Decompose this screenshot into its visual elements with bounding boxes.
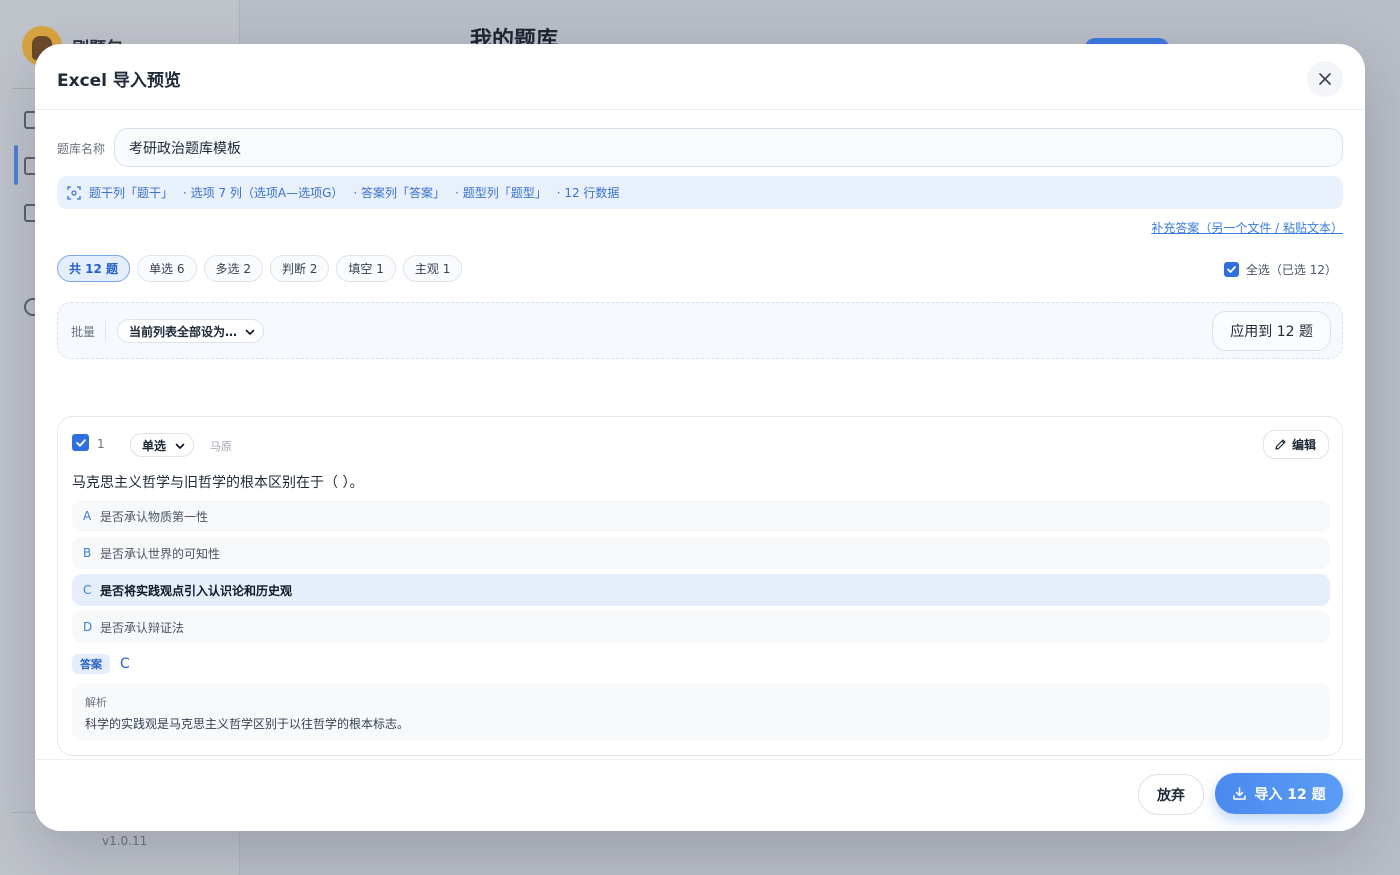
discard-button[interactable]: 放弃 bbox=[1138, 774, 1204, 815]
batch-separator bbox=[105, 321, 106, 341]
option-c-correct[interactable]: C 是否将实践观点引入认识论和历史观 bbox=[72, 574, 1330, 606]
option-text: 是否将实践观点引入认识论和历史观 bbox=[100, 583, 293, 598]
question-type-select[interactable]: 单选 bbox=[130, 433, 195, 457]
excel-import-preview-modal: Excel 导入预览 题库名称 题干列「题干」 · 选项 7 列（选项A—选项G… bbox=[35, 44, 1365, 831]
info-question-column: 题干列「题干」 bbox=[89, 186, 174, 200]
filter-chip-subjective[interactable]: 主观 1 bbox=[402, 255, 463, 282]
type-filter-chips: 共 12 题 单选 6 多选 2 判断 2 填空 1 主观 1 bbox=[57, 255, 463, 282]
option-letter: D bbox=[83, 620, 93, 634]
option-text: 是否承认辩证法 bbox=[100, 620, 185, 635]
import-button[interactable]: 导入 12 题 bbox=[1215, 773, 1343, 814]
bank-name-input[interactable] bbox=[114, 128, 1343, 167]
check-icon bbox=[1227, 266, 1236, 273]
answer-badge: 答案 bbox=[72, 654, 110, 674]
edit-label: 编辑 bbox=[1291, 438, 1316, 452]
check-icon bbox=[75, 438, 86, 447]
info-row-count: · 12 行数据 bbox=[556, 186, 620, 200]
question-number: 1 bbox=[97, 437, 105, 451]
option-text: 是否承认物质第一性 bbox=[100, 509, 209, 524]
option-letter: B bbox=[83, 546, 92, 560]
filter-chip-fill[interactable]: 填空 1 bbox=[336, 255, 396, 282]
download-icon bbox=[1233, 787, 1247, 800]
answer-value: C bbox=[120, 656, 130, 672]
explanation-box: 解析 科学的实践观是马克思主义哲学区别于以往哲学的根本标志。 bbox=[72, 683, 1330, 741]
explanation-text: 科学的实践观是马克思主义哲学区别于以往哲学的根本标志。 bbox=[85, 717, 410, 731]
modal-header: Excel 导入预览 bbox=[35, 44, 1365, 110]
pencil-icon bbox=[1275, 439, 1286, 450]
batch-select-value: 当前列表全部设为… bbox=[129, 324, 238, 339]
batch-label: 批量 bbox=[71, 325, 96, 339]
bank-name-row: 题库名称 bbox=[57, 128, 1343, 168]
question-type-value: 单选 bbox=[142, 438, 167, 453]
option-d[interactable]: D 是否承认辩证法 bbox=[72, 611, 1330, 643]
option-text: 是否承认世界的可知性 bbox=[100, 546, 221, 561]
option-letter: C bbox=[83, 583, 92, 597]
modal-body: 题库名称 题干列「题干」 · 选项 7 列（选项A—选项G） · 答案列「答案」… bbox=[35, 111, 1365, 759]
column-mapping-info: 题干列「题干」 · 选项 7 列（选项A—选项G） · 答案列「答案」 · 题型… bbox=[57, 176, 1343, 209]
answer-row: 答案 C bbox=[72, 654, 130, 674]
option-letter: A bbox=[83, 509, 92, 523]
question-stem: 马克思主义哲学与旧哲学的根本区别在于（ ）。 bbox=[72, 475, 364, 491]
select-all: 全选（已选 12） bbox=[1223, 261, 1337, 278]
bank-name-label: 题库名称 bbox=[57, 142, 106, 156]
filter-chip-multiple[interactable]: 多选 2 bbox=[203, 255, 263, 282]
explanation-label: 解析 bbox=[85, 696, 107, 709]
filter-chip-judge[interactable]: 判断 2 bbox=[269, 255, 330, 282]
chevron-down-icon bbox=[245, 329, 255, 335]
info-options-columns: · 选项 7 列（选项A—选项G） bbox=[183, 186, 344, 200]
batch-bar: 批量 当前列表全部设为… 应用到 12 题 bbox=[57, 302, 1343, 359]
sidebar-active-indicator bbox=[14, 145, 18, 185]
import-button-label: 导入 12 题 bbox=[1254, 786, 1326, 803]
modal-footer: 放弃 导入 12 题 bbox=[35, 759, 1365, 831]
scan-icon bbox=[67, 185, 81, 200]
question-checkbox[interactable] bbox=[72, 434, 89, 451]
select-all-checkbox[interactable] bbox=[1223, 262, 1239, 277]
app-version: v1.0.11 bbox=[102, 834, 148, 848]
question-card: 1 单选 马原 编辑 马克思主义哲学与旧哲学的根本区别在于（ ）。 A 是否承认… bbox=[57, 416, 1343, 756]
batch-type-select[interactable]: 当前列表全部设为… bbox=[117, 319, 265, 343]
option-b[interactable]: B 是否承认世界的可知性 bbox=[72, 537, 1330, 569]
apply-batch-button[interactable]: 应用到 12 题 bbox=[1212, 311, 1331, 351]
option-a[interactable]: A 是否承认物质第一性 bbox=[72, 500, 1330, 532]
info-answer-column: · 答案列「答案」 bbox=[353, 186, 446, 200]
modal-title: Excel 导入预览 bbox=[57, 71, 181, 91]
question-tag: 马原 bbox=[210, 440, 232, 453]
close-button[interactable] bbox=[1307, 61, 1343, 97]
info-type-column: · 题型列「题型」 bbox=[455, 186, 547, 200]
filter-chip-single[interactable]: 单选 6 bbox=[137, 255, 197, 282]
close-icon bbox=[1319, 73, 1331, 85]
filter-chip-all[interactable]: 共 12 题 bbox=[57, 255, 131, 282]
supplement-answers-link[interactable]: 补充答案（另一个文件 / 粘贴文本） bbox=[1151, 219, 1343, 236]
select-all-label: 全选（已选 12） bbox=[1245, 263, 1337, 277]
chevron-down-icon bbox=[175, 443, 185, 449]
edit-question-button[interactable]: 编辑 bbox=[1262, 430, 1329, 459]
